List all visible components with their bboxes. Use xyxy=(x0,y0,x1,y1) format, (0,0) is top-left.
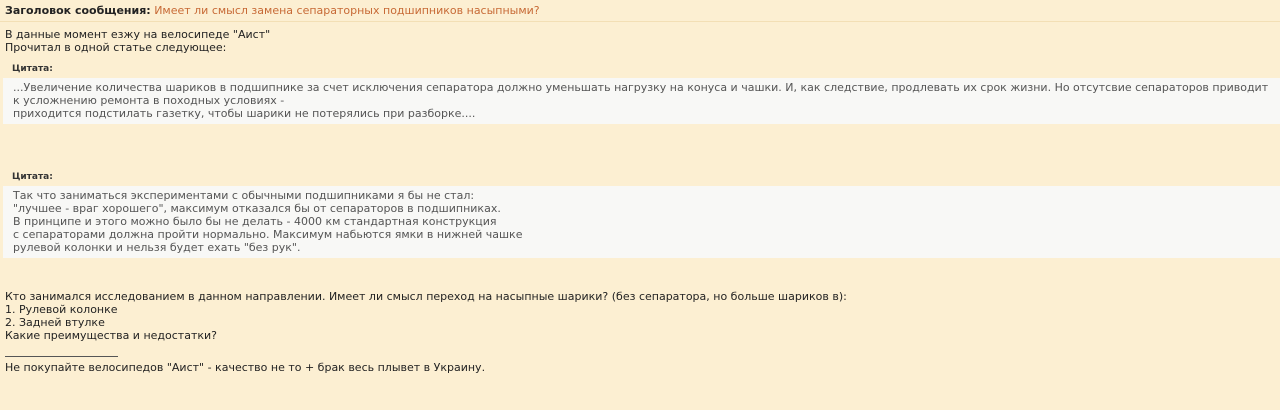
question-line: Кто занимался исследованием в данном нап… xyxy=(5,290,847,303)
subject-text: Имеет ли смысл замена сепараторных подши… xyxy=(154,4,540,17)
quote-label: Цитата: xyxy=(3,60,1280,78)
quote-block: Цитата: ...Увеличение количества шариков… xyxy=(3,60,1280,124)
quote-line: "лучшее - враг хорошего", максимум отказ… xyxy=(13,202,501,215)
quote-text: Так что заниматься экспериментами с обыч… xyxy=(3,186,1280,258)
quote-line: ...Увеличение количества шариков в подши… xyxy=(13,81,1269,107)
quote-block: Цитата: Так что заниматься экспериментам… xyxy=(3,168,1280,258)
intro-line: Прочитал в одной статье следующее: xyxy=(5,41,227,54)
post-body: В данные момент езжу на велосипеде "Аист… xyxy=(0,22,1280,54)
question-line: 2. Задней втулке xyxy=(5,316,105,329)
quote-line: рулевой колонки и нельзя будет ехать "бе… xyxy=(13,241,301,254)
quote-line: с сепараторами должна пройти нормально. … xyxy=(13,228,523,241)
quote-text: ...Увеличение количества шариков в подши… xyxy=(3,78,1280,124)
post-subject: Заголовок сообщения: Имеет ли смысл заме… xyxy=(0,0,1280,22)
subject-label: Заголовок сообщения: xyxy=(5,4,151,17)
signature-text: Не покупайте велосипедов "Аист" - качест… xyxy=(5,361,486,374)
question-block: Кто занимался исследованием в данном нап… xyxy=(0,290,1280,374)
intro-line: В данные момент езжу на велосипеде "Аист… xyxy=(5,28,271,41)
signature-divider xyxy=(5,356,118,357)
question-line: 1. Рулевой колонке xyxy=(5,303,118,316)
question-line: Какие преимущества и недостатки? xyxy=(5,329,217,342)
quote-line: Так что заниматься экспериментами с обыч… xyxy=(13,189,475,202)
quote-line: приходится подстилать газетку, чтобы шар… xyxy=(13,107,476,120)
quote-line: В принципе и этого можно было бы не дела… xyxy=(13,215,497,228)
quote-label: Цитата: xyxy=(3,168,1280,186)
forum-post: Заголовок сообщения: Имеет ли смысл заме… xyxy=(0,0,1280,410)
